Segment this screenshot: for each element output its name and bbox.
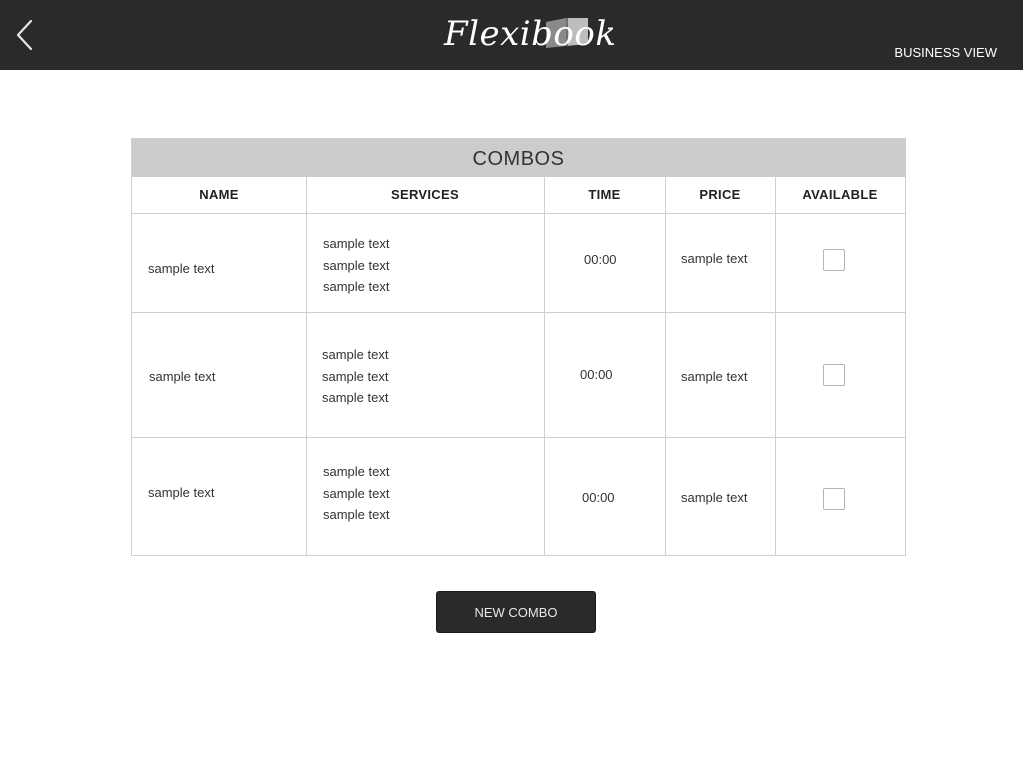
available-checkbox[interactable]	[823, 249, 845, 271]
new-combo-button[interactable]: NEW COMBO	[436, 591, 596, 633]
available-checkbox[interactable]	[823, 488, 845, 510]
column-divider	[544, 177, 545, 555]
combo-name: sample text	[148, 485, 215, 500]
service-item: sample text	[322, 390, 389, 405]
column-divider	[665, 177, 666, 555]
available-checkbox[interactable]	[823, 364, 845, 386]
top-bar: Flexibook BUSINESS VIEW	[0, 0, 1023, 70]
service-item: sample text	[323, 464, 390, 479]
app-logo: Flexibook	[442, 12, 616, 56]
service-item: sample text	[323, 507, 390, 522]
combo-price: sample text	[681, 369, 748, 384]
row-divider	[132, 437, 905, 438]
service-item: sample text	[323, 257, 390, 273]
service-item: sample text	[322, 368, 389, 384]
combo-price: sample text	[681, 251, 748, 266]
combo-services: sample text sample text sample text	[323, 461, 389, 526]
combo-time: 00:00	[580, 367, 613, 382]
combo-name: sample text	[148, 261, 215, 276]
combo-price: sample text	[681, 490, 748, 505]
app-name: Flexibook	[444, 14, 617, 54]
combo-services: sample text sample text sample text	[322, 344, 388, 409]
back-arrow-icon[interactable]	[12, 18, 38, 52]
column-divider	[306, 177, 307, 555]
column-header-available: AVAILABLE	[802, 187, 878, 202]
combo-name: sample text	[149, 369, 216, 384]
column-divider	[775, 177, 776, 555]
combo-time: 00:00	[584, 252, 617, 267]
service-item: sample text	[323, 236, 390, 251]
table-title: COMBOS	[132, 139, 905, 177]
service-item: sample text	[322, 347, 389, 362]
column-header-price: PRICE	[699, 187, 741, 202]
combo-services: sample text sample text sample text	[323, 233, 389, 298]
business-view-link[interactable]: BUSINESS VIEW	[894, 45, 997, 60]
combo-time: 00:00	[582, 490, 615, 505]
column-header-time: TIME	[588, 187, 621, 202]
service-item: sample text	[323, 279, 390, 294]
service-item: sample text	[323, 485, 390, 501]
column-header-name: NAME	[199, 187, 239, 202]
row-divider	[132, 312, 905, 313]
combos-table: COMBOS NAME SERVICES TIME PRICE AVAILABL…	[131, 138, 906, 556]
column-header-services: SERVICES	[391, 187, 459, 202]
row-divider	[132, 213, 905, 214]
